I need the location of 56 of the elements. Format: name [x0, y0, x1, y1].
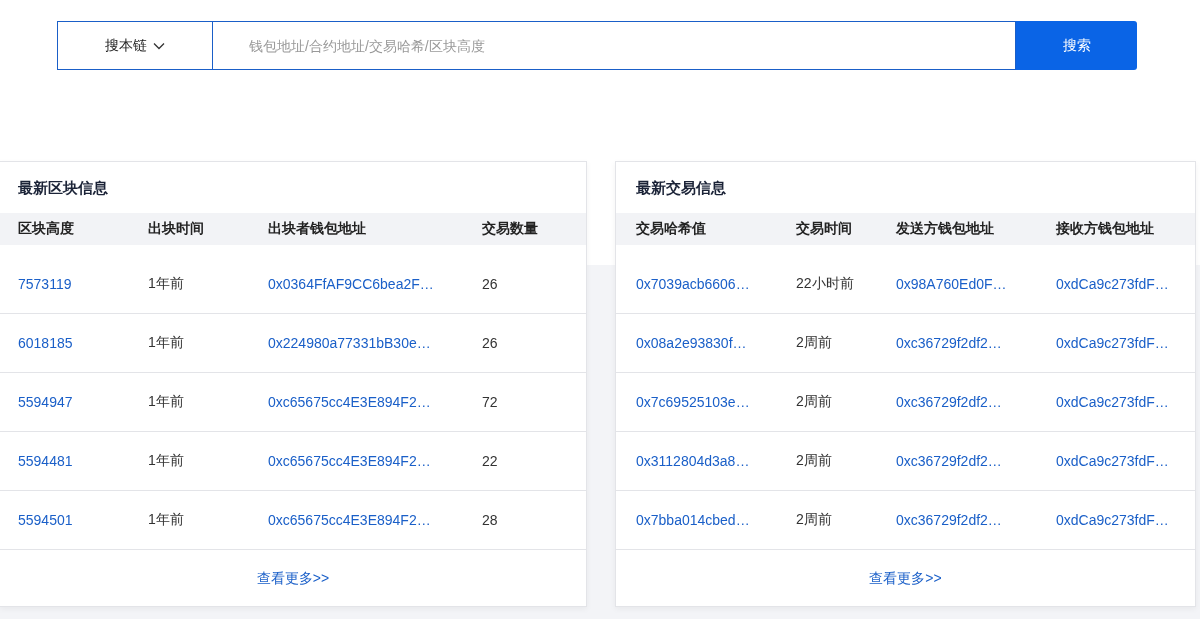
panel-title: 最新交易信息 — [635, 178, 727, 198]
table-cell: 2周前 — [796, 334, 832, 352]
table-cell: 1年前 — [148, 452, 184, 470]
table-link[interactable]: 0xdCa9c273fdF… — [1056, 335, 1169, 351]
table-cell: 22 — [482, 453, 498, 469]
chain-dropdown[interactable]: 搜本链 — [57, 21, 213, 70]
table-cell: 1年前 — [148, 275, 184, 293]
table-link[interactable]: 0x7039acb6606… — [636, 276, 750, 292]
table-link[interactable]: 0xc36729f2df2… — [896, 512, 1002, 528]
view-more-link[interactable]: 查看更多>> — [256, 570, 330, 588]
table-cell: 26 — [482, 276, 498, 292]
table-link[interactable]: 0x7bba014cbed… — [636, 512, 750, 528]
table-link[interactable]: 0x224980a77331bB30e… — [268, 335, 431, 351]
table-link[interactable]: 7573119 — [18, 276, 72, 292]
table-link[interactable]: 0xc65675cc4E3E894F2… — [268, 512, 431, 528]
table-link[interactable]: 0xdCa9c273fdF… — [1056, 276, 1169, 292]
table-link[interactable]: 0xc65675cc4E3E894F2… — [268, 394, 431, 410]
table-link[interactable]: 0xdCa9c273fdF… — [1056, 394, 1169, 410]
table-link[interactable]: 0x98A760Ed0F… — [896, 276, 1007, 292]
table-link[interactable]: 0x08a2e93830f… — [636, 335, 747, 351]
column-header: 接收方钱包地址 — [1056, 220, 1155, 238]
column-header: 交易时间 — [796, 220, 853, 238]
table-link[interactable]: 5594501 — [18, 512, 73, 528]
table-cell: 72 — [482, 394, 498, 410]
column-header: 交易哈希值 — [636, 220, 707, 238]
table-cell: 2周前 — [796, 452, 832, 470]
table-cell: 26 — [482, 335, 498, 351]
column-header: 出块时间 — [148, 220, 205, 238]
column-header: 交易数量 — [482, 220, 539, 238]
table-link[interactable]: 0x7c69525103e… — [636, 394, 750, 410]
table-link[interactable]: 0xdCa9c273fdF… — [1056, 453, 1169, 469]
table-link[interactable]: 0x3112804d3a8… — [636, 453, 750, 469]
table-cell: 2周前 — [796, 393, 832, 411]
table-cell: 22小时前 — [796, 275, 854, 293]
search-field[interactable]: 钱包地址/合约地址/交易哈希/区块高度 — [213, 21, 1016, 70]
table-link[interactable]: 0xc36729f2df2… — [896, 394, 1002, 410]
table-cell: 2周前 — [796, 511, 832, 529]
column-header: 发送方钱包地址 — [896, 220, 995, 238]
table-cell: 28 — [482, 512, 498, 528]
table-link[interactable]: 0xc36729f2df2… — [896, 335, 1002, 351]
column-header: 出块者钱包地址 — [268, 220, 367, 238]
table-cell: 1年前 — [148, 393, 184, 411]
chevron-down-icon — [153, 41, 165, 50]
table-link[interactable]: 5594481 — [18, 453, 73, 469]
table-link[interactable]: 0xdCa9c273fdF… — [1056, 512, 1169, 528]
table-link[interactable]: 0xc36729f2df2… — [896, 453, 1002, 469]
panel-title: 最新区块信息 — [17, 178, 109, 198]
table-link[interactable]: 5594947 — [18, 394, 73, 410]
search-button[interactable]: 搜索 — [1016, 21, 1137, 70]
table-link[interactable]: 0xc65675cc4E3E894F2… — [268, 453, 431, 469]
table-cell: 1年前 — [148, 334, 184, 352]
table-cell: 1年前 — [148, 511, 184, 529]
table-link[interactable]: 0x0364FfAF9CC6bea2F… — [268, 276, 434, 292]
view-more-link[interactable]: 查看更多>> — [869, 570, 942, 588]
column-header: 区块高度 — [18, 220, 75, 238]
table-link[interactable]: 6018185 — [18, 335, 73, 351]
